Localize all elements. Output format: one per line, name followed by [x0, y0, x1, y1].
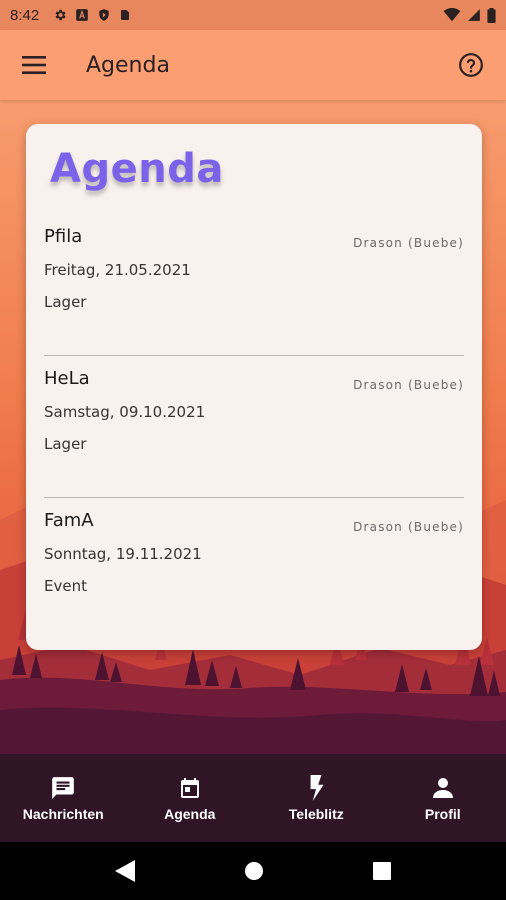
agenda-item-date: Freitag, 21.05.2021 — [44, 261, 191, 279]
app-a-icon — [76, 9, 89, 21]
status-bar: 8:42 — [0, 0, 506, 30]
agenda-item-group: Drason (Buebe) — [353, 378, 464, 392]
shield-icon — [99, 9, 109, 21]
settings-icon — [55, 9, 66, 21]
agenda-item-date: Sonntag, 19.11.2021 — [44, 545, 202, 563]
status-notification-icons — [53, 8, 131, 22]
agenda-item[interactable]: HeLa Drason (Buebe) Samstag, 09.10.2021 … — [44, 356, 464, 498]
agenda-item-group: Drason (Buebe) — [353, 236, 464, 250]
agenda-item-type: Lager — [44, 435, 87, 453]
status-time: 8:42 — [10, 6, 40, 24]
nav-item-nachrichten[interactable]: Nachrichten — [0, 754, 127, 842]
agenda-card: Agenda Pfila Drason (Buebe) Freitag, 21.… — [26, 124, 482, 650]
message-icon — [50, 774, 76, 802]
nav-label: Agenda — [164, 806, 216, 822]
menu-icon[interactable] — [22, 56, 46, 74]
sd-card-icon — [121, 10, 130, 20]
agenda-list: Pfila Drason (Buebe) Freitag, 21.05.2021… — [44, 214, 464, 640]
calendar-icon — [178, 774, 202, 802]
agenda-item-type: Event — [44, 577, 87, 595]
app-bar-title: Agenda — [86, 52, 170, 78]
nav-item-agenda[interactable]: Agenda — [127, 754, 254, 842]
card-title: Agenda — [50, 146, 224, 192]
agenda-item[interactable]: Pfila Drason (Buebe) Freitag, 21.05.2021… — [44, 214, 464, 356]
app-bar: Agenda — [0, 30, 506, 100]
nav-label: Nachrichten — [22, 806, 104, 822]
agenda-item-type: Lager — [44, 293, 87, 311]
help-icon[interactable] — [458, 52, 484, 78]
agenda-item-group: Drason (Buebe) — [353, 520, 464, 534]
person-icon — [431, 774, 455, 802]
nav-item-profil[interactable]: Profil — [380, 754, 506, 842]
agenda-item-date: Samstag, 09.10.2021 — [44, 403, 206, 421]
nav-item-teleblitz[interactable]: Teleblitz — [253, 754, 380, 842]
nav-label: Profil — [424, 806, 461, 822]
flash-icon — [307, 774, 325, 802]
wifi-icon — [443, 8, 461, 22]
back-icon[interactable] — [114, 860, 135, 882]
home-icon[interactable] — [244, 861, 264, 881]
bottom-navigation: Nachrichten Agenda Teleblitz Profil — [0, 754, 506, 842]
status-system-icons — [443, 7, 496, 23]
recents-icon[interactable] — [373, 862, 392, 880]
agenda-item[interactable]: FamA Drason (Buebe) Sonntag, 19.11.2021 … — [44, 498, 464, 640]
nav-label: Teleblitz — [288, 806, 344, 822]
signal-icon — [468, 9, 480, 21]
battery-icon — [487, 7, 496, 23]
system-navigation-bar — [0, 842, 506, 900]
